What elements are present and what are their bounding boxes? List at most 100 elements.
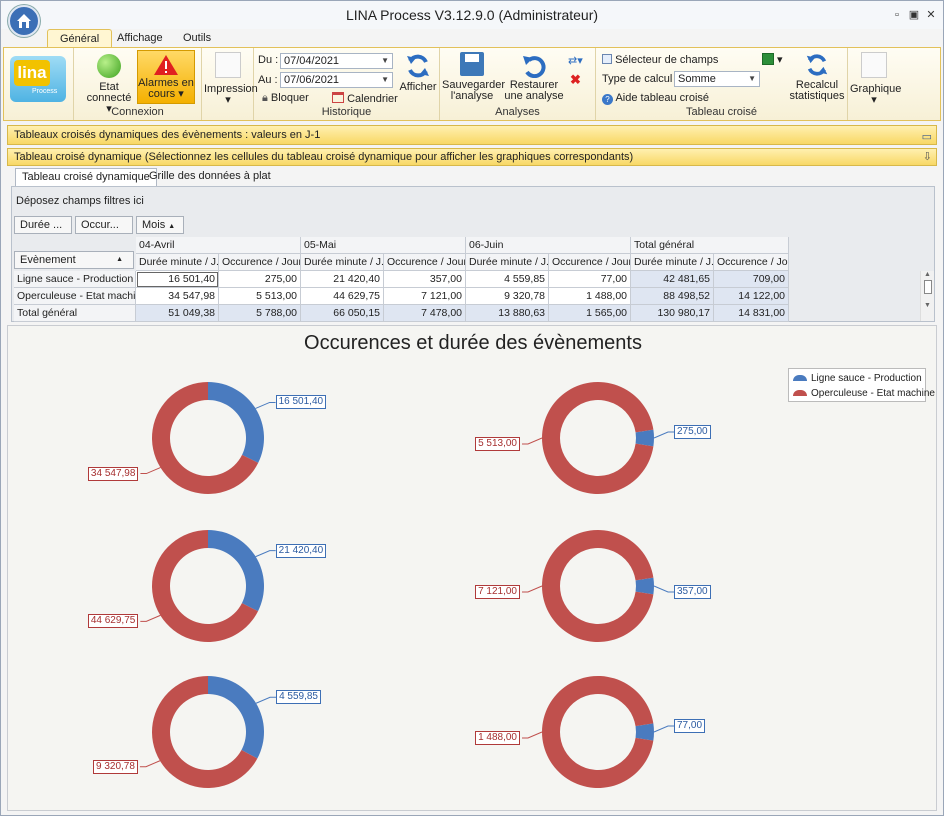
title-bar: LINA Process V3.12.9.0 (Administrateur) … <box>1 1 943 37</box>
pivot-grid: Déposez champs filtres ici Durée ... Occ… <box>11 186 935 322</box>
alarmes-button[interactable]: Alarmes en cours ▾ <box>137 50 195 104</box>
historique-group: Du : 07/04/2021 ▼ Au : 07/06/2021 ▼ 🔒︎ Blo… <box>254 48 440 120</box>
warning-icon <box>154 55 178 75</box>
afficher-button[interactable]: Afficher <box>398 52 438 93</box>
label-leader-line <box>255 696 277 704</box>
filter-drop-zone[interactable]: Déposez champs filtres ici <box>16 195 144 207</box>
row-field-evenement[interactable]: Evènement ▲ <box>14 251 134 269</box>
tab-grille-donnees[interactable]: Grille des données à plat <box>143 168 277 186</box>
pivot-value-cell[interactable]: 9 320,78 <box>466 288 549 305</box>
pivot-value-cell[interactable]: 7 121,00 <box>384 288 466 305</box>
selecteur-champs-button[interactable]: Sélecteur de champs <box>602 54 718 66</box>
date-du-field[interactable]: 07/04/2021 ▼ <box>280 53 393 69</box>
column-group-header: Total général <box>631 237 789 254</box>
pivot-value-cell[interactable]: 42 481,65 <box>631 271 714 288</box>
pivot-value-cell[interactable]: 130 980,17 <box>631 305 714 322</box>
panel-options-icon[interactable]: ▭ <box>922 128 932 146</box>
close-icon[interactable]: ✕ <box>925 9 937 21</box>
pivot-value-cell[interactable]: 1 488,00 <box>549 288 631 305</box>
field-occurence-button[interactable]: Occur... <box>75 216 133 234</box>
logo-text: lina <box>14 60 50 86</box>
pivot-value-cell[interactable]: 357,00 <box>384 271 466 288</box>
sauvegarder-button[interactable]: Sauvegarder l'analyse <box>442 52 505 102</box>
pivot-header-bar: Tableaux croisés dynamiques des évènemen… <box>7 125 937 145</box>
chart-icon <box>861 52 887 78</box>
pivot-value-cell[interactable]: 14 831,00 <box>714 305 789 322</box>
pivot-value-cell[interactable]: 66 050,15 <box>301 305 384 322</box>
column-header-duree: Durée minute / J... <box>136 254 219 271</box>
column-header-duree: Durée minute / J... <box>631 254 714 271</box>
donut-segment-ligne-sauce[interactable] <box>635 723 654 741</box>
restore-icon[interactable]: ▣ <box>908 9 920 21</box>
pin-icon[interactable]: ⇩ <box>923 149 932 165</box>
calendrier-button[interactable]: Calendrier <box>332 92 398 105</box>
pivot-value-cell[interactable]: 4 559,85 <box>466 271 549 288</box>
recalcul-icon <box>806 54 828 76</box>
label-leader-line <box>653 431 674 439</box>
dropdown-arrow-icon: ▼ <box>381 56 389 65</box>
pivot-value-cell[interactable]: 275,00 <box>219 271 301 288</box>
logo-group: lina Process <box>4 48 74 120</box>
pivot-value-cell[interactable]: 7 478,00 <box>384 305 466 322</box>
donut-data-label: 9 320,78 <box>93 759 138 774</box>
analyses-label: Analyses <box>495 106 540 118</box>
pivot-value-cell[interactable]: 13 880,63 <box>466 305 549 322</box>
ribbon: lina Process Etat connecté ▾ Alarmes en … <box>3 47 941 121</box>
lock-icon: 🔒︎ <box>262 92 268 104</box>
transfer-icon[interactable]: ⇄▾ <box>568 54 583 67</box>
type-calcul-select[interactable]: Somme ▼ <box>674 71 760 87</box>
graphique-group: Graphique ▾ <box>848 48 901 120</box>
tab-general[interactable]: Général <box>47 29 113 48</box>
delete-icon[interactable]: ✖ <box>570 72 581 88</box>
export-icon[interactable]: ▾ <box>762 53 783 66</box>
donut-segment-ligne-sauce[interactable] <box>208 676 265 759</box>
pivot-value-cell[interactable]: 1 565,00 <box>549 305 631 322</box>
pivot-value-cell[interactable]: 88 498,52 <box>631 288 714 305</box>
pivot-value-cell[interactable]: 16 501,40 <box>136 271 219 288</box>
pivot-value-cell[interactable]: 21 420,40 <box>301 271 384 288</box>
vertical-scrollbar[interactable]: ▲ ▼ <box>920 271 934 321</box>
recalcul-button[interactable]: Recalcul statistiques <box>786 52 848 102</box>
bloquer-button[interactable]: 🔒︎ Bloquer <box>262 92 309 105</box>
pivot-value-cell[interactable]: 51 049,38 <box>136 305 219 322</box>
donut-segment-ligne-sauce[interactable] <box>208 530 264 612</box>
donut-segment-ligne-sauce[interactable] <box>635 577 654 595</box>
impression-button[interactable]: Impression ▾ <box>204 52 258 106</box>
donut-segment-ligne-sauce[interactable] <box>635 429 655 447</box>
pivot-value-cell[interactable]: 34 547,98 <box>136 288 219 305</box>
pivot-value-cell[interactable]: 709,00 <box>714 271 789 288</box>
aide-label: Aide tableau croisé <box>615 92 710 104</box>
pivot-value-cell[interactable]: 5 513,00 <box>219 288 301 305</box>
label-leader-line <box>522 437 543 445</box>
tab-affichage[interactable]: Affichage <box>105 29 175 48</box>
date-au-field[interactable]: 07/06/2021 ▼ <box>280 72 393 88</box>
pivot-value-cell[interactable]: 44 629,75 <box>301 288 384 305</box>
graphique-button[interactable]: Graphique ▾ <box>850 52 901 106</box>
minimize-icon[interactable]: ▫ <box>891 9 903 21</box>
aide-button[interactable]: ? Aide tableau croisé <box>602 92 709 105</box>
pivot-value-cell[interactable]: 14 122,00 <box>714 288 789 305</box>
tab-tableau-croise[interactable]: Tableau croisé dynamique <box>15 168 157 186</box>
field-duree-button[interactable]: Durée ... <box>14 216 72 234</box>
field-mois-button[interactable]: Mois ▲ <box>136 216 184 234</box>
tab-outils[interactable]: Outils <box>171 29 223 48</box>
label-leader-line <box>522 731 543 739</box>
dropdown-arrow-icon: ▼ <box>748 74 756 83</box>
donut-data-label: 34 547,98 <box>87 466 139 481</box>
pivot-value-cell[interactable]: 5 788,00 <box>219 305 301 322</box>
column-header-occurence: Occurence / Jour <box>219 254 301 271</box>
donut-data-label: 7 121,00 <box>475 585 520 599</box>
donut-data-label: 275,00 <box>674 425 711 439</box>
app-window: LINA Process V3.12.9.0 (Administrateur) … <box>0 0 944 816</box>
refresh-icon <box>407 54 429 78</box>
label-leader-line <box>255 550 276 558</box>
connexion-group: Etat connecté ▾ Alarmes en cours ▾ Conne… <box>74 48 202 120</box>
analyses-group: Sauvegarder l'analyse Restaurer une anal… <box>440 48 596 120</box>
pivot-value-cell[interactable]: 77,00 <box>549 271 631 288</box>
donut-segment-ligne-sauce[interactable] <box>208 382 264 463</box>
donut-data-label: 5 513,00 <box>475 437 520 451</box>
row-header: Total général <box>14 305 136 322</box>
label-leader-line <box>140 614 161 622</box>
restaurer-button[interactable]: Restaurer une analyse <box>504 52 564 102</box>
date-du-value: 07/04/2021 <box>284 55 340 67</box>
